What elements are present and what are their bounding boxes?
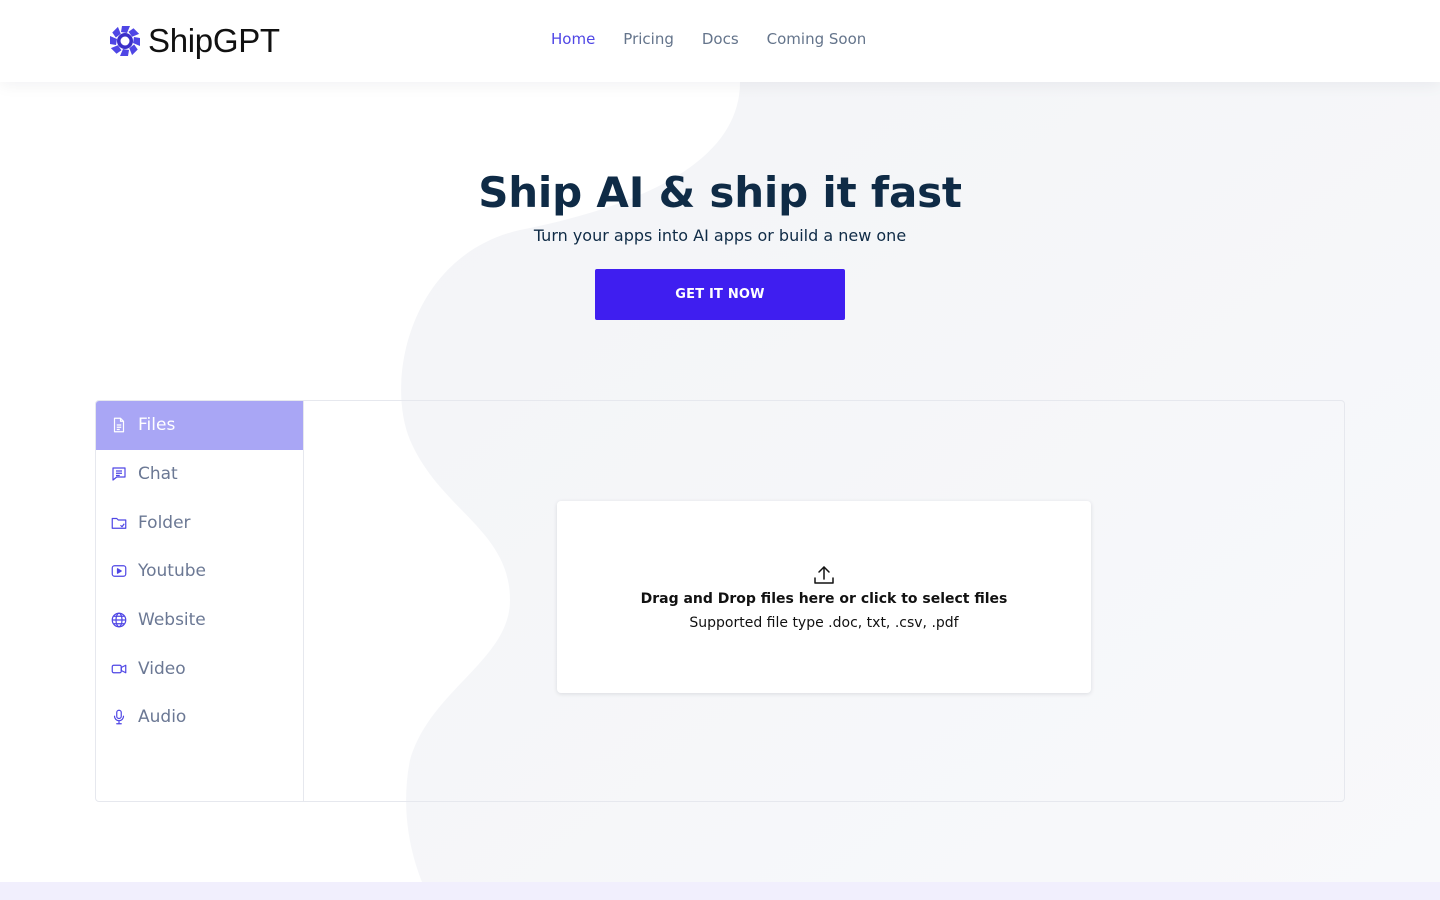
sidebar-item-label: Folder	[138, 512, 191, 533]
sidebar-item-files[interactable]: Files	[96, 401, 303, 450]
sidebar-item-website[interactable]: Website	[96, 596, 303, 645]
sidebar-item-label: Website	[138, 610, 206, 631]
source-sidebar: Files Chat Folder Youtube Website Video …	[96, 401, 304, 801]
hero-title: Ship AI & ship it fast	[478, 168, 962, 217]
sidebar-item-label: Chat	[138, 464, 178, 485]
main-nav: Home Pricing Docs Coming Soon	[551, 30, 866, 48]
get-it-now-button[interactable]: GET IT NOW	[595, 269, 845, 320]
sidebar-item-chat[interactable]: Chat	[96, 450, 303, 499]
sidebar-item-video[interactable]: Video	[96, 644, 303, 693]
globe-icon	[110, 611, 128, 629]
top-navbar: ShipGPT Home Pricing Docs Coming Soon	[0, 0, 1440, 82]
brand-name: ShipGPT	[148, 22, 280, 59]
hero-subtitle: Turn your apps into AI apps or build a n…	[533, 226, 907, 245]
sidebar-item-label: Video	[138, 658, 186, 679]
video-icon	[110, 660, 128, 678]
source-content: Drag and Drop files here or click to sel…	[304, 401, 1344, 801]
nav-link-coming-soon[interactable]: Coming Soon	[767, 30, 867, 48]
dropzone-title: Drag and Drop files here or click to sel…	[640, 591, 1008, 607]
source-panel: Files Chat Folder Youtube Website Video …	[95, 400, 1345, 802]
sidebar-item-audio[interactable]: Audio	[96, 693, 303, 742]
sidebar-item-label: Files	[138, 415, 176, 436]
logo-icon	[110, 26, 140, 56]
brand-logo[interactable]: ShipGPT	[108, 22, 280, 60]
file-dropzone[interactable]: Drag and Drop files here or click to sel…	[557, 501, 1091, 693]
upload-icon	[814, 566, 834, 584]
nav-link-pricing[interactable]: Pricing	[623, 30, 674, 48]
chat-icon	[110, 465, 128, 483]
sidebar-item-youtube[interactable]: Youtube	[96, 547, 303, 596]
youtube-icon	[110, 562, 128, 580]
dropzone-subtitle: Supported file type .doc, txt, .csv, .pd…	[689, 615, 959, 631]
file-icon	[110, 416, 128, 434]
sidebar-item-folder[interactable]: Folder	[96, 498, 303, 547]
sidebar-item-label: Youtube	[138, 561, 206, 582]
microphone-icon	[110, 708, 128, 726]
folder-icon	[110, 514, 128, 532]
footer-band	[0, 882, 1440, 900]
nav-link-docs[interactable]: Docs	[702, 30, 739, 48]
sidebar-item-label: Audio	[138, 707, 187, 728]
nav-link-home[interactable]: Home	[551, 30, 595, 48]
